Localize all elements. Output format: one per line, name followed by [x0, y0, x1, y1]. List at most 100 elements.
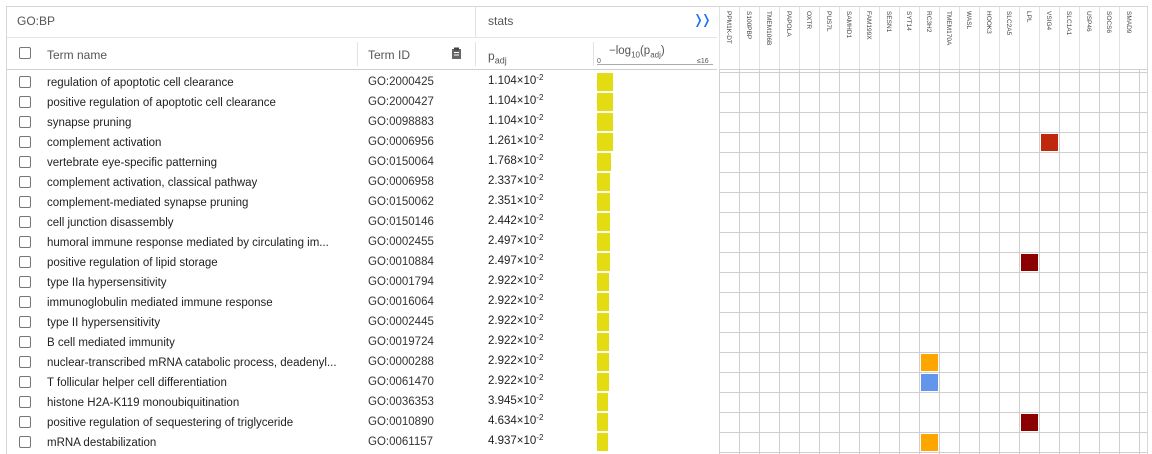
term-id[interactable]: GO:0006958 [368, 176, 434, 188]
table-row[interactable]: positive regulation of apoptotic cell cl… [7, 92, 717, 112]
gene-column-label[interactable]: FAM199X [859, 11, 879, 67]
term-name[interactable]: mRNA destabilization [47, 437, 347, 449]
table-row[interactable]: cell junction disassembly GO:0150146 2.442… [7, 212, 717, 232]
term-name[interactable]: positive regulation of sequestering of t… [47, 417, 347, 429]
table-row[interactable]: complement-mediated synapse pruning GO:01… [7, 192, 717, 212]
row-checkbox[interactable] [19, 356, 31, 368]
row-checkbox[interactable] [19, 276, 31, 288]
term-id[interactable]: GO:0150146 [368, 216, 434, 228]
neglog-header[interactable]: −log10(padj) [609, 45, 665, 59]
term-name[interactable]: positive regulation of apoptotic cell cl… [47, 97, 347, 109]
term-id[interactable]: GO:2000425 [368, 76, 434, 88]
table-row[interactable]: immunoglobulin mediated immune response G… [7, 292, 717, 312]
gene-column-label[interactable]: S100PBP [739, 11, 759, 67]
gene-column-label[interactable]: SLC2A5 [999, 11, 1019, 67]
term-name[interactable]: B cell mediated immunity [47, 337, 347, 349]
gene-column-label[interactable]: VSIG4 [1039, 11, 1059, 67]
term-name[interactable]: regulation of apoptotic cell clearance [47, 77, 347, 89]
term-name[interactable]: complement activation [47, 137, 347, 149]
row-checkbox[interactable] [19, 376, 31, 388]
term-id[interactable]: GO:0006956 [368, 136, 434, 148]
table-row[interactable]: vertebrate eye-specific patterning GO:015… [7, 152, 717, 172]
table-row[interactable]: nuclear-transcribed mRNA catabolic proce… [7, 352, 717, 372]
term-name[interactable]: cell junction disassembly [47, 217, 347, 229]
term-id[interactable]: GO:0002445 [368, 316, 434, 328]
term-name-header[interactable]: Term name [47, 48, 107, 62]
term-id[interactable]: GO:2000427 [368, 96, 434, 108]
term-id-header[interactable]: Term ID [368, 48, 410, 62]
row-checkbox[interactable] [19, 296, 31, 308]
row-checkbox[interactable] [19, 116, 31, 128]
table-row[interactable]: mRNA destabilization GO:0061157 4.937×10-2 [7, 432, 717, 452]
gene-hit-cell[interactable] [921, 434, 938, 451]
term-name[interactable]: positive regulation of lipid storage [47, 257, 347, 269]
term-id[interactable]: GO:0150062 [368, 196, 434, 208]
row-checkbox[interactable] [19, 436, 31, 448]
term-name[interactable]: vertebrate eye-specific patterning [47, 157, 347, 169]
row-checkbox[interactable] [19, 156, 31, 168]
row-checkbox[interactable] [19, 196, 31, 208]
term-id[interactable]: GO:0001794 [368, 276, 434, 288]
gene-hit-cell[interactable] [921, 374, 938, 391]
term-id[interactable]: GO:0002455 [368, 236, 434, 248]
term-id[interactable]: GO:0016064 [368, 296, 434, 308]
expand-icon[interactable]: ❭❭ [693, 12, 712, 28]
table-row[interactable]: complement activation, classical pathway… [7, 172, 717, 192]
gene-column-label[interactable]: TMEM170A [939, 11, 959, 67]
gene-hit-cell[interactable] [1021, 254, 1038, 271]
term-name[interactable]: histone H2A-K119 monoubiquitination [47, 397, 347, 409]
term-name[interactable]: synapse pruning [47, 117, 347, 129]
gene-column-label[interactable]: SYT14 [899, 11, 919, 67]
term-id[interactable]: GO:0061470 [368, 376, 434, 388]
gene-column-label[interactable]: PAPOLA [779, 11, 799, 67]
gene-column-label[interactable]: SAMHD1 [839, 11, 859, 67]
table-row[interactable]: type II hypersensitivity GO:0002445 2.922×… [7, 312, 717, 332]
padj-header[interactable]: padj [488, 49, 507, 65]
row-checkbox[interactable] [19, 316, 31, 328]
term-id[interactable]: GO:0061157 [368, 436, 433, 448]
clipboard-icon[interactable] [451, 47, 463, 60]
table-row[interactable]: B cell mediated immunity GO:0019724 2.922×… [7, 332, 717, 352]
gene-column-label[interactable]: LPL [1019, 11, 1039, 67]
term-name[interactable]: nuclear-transcribed mRNA catabolic proce… [47, 357, 347, 369]
gene-hit-cell[interactable] [1021, 414, 1038, 431]
gene-column-label[interactable]: WASL [959, 11, 979, 67]
select-all-checkbox[interactable] [19, 47, 31, 59]
gene-column-label[interactable]: RC3H2 [919, 11, 939, 67]
gene-column-label[interactable]: OXTR [799, 11, 819, 67]
gene-column-label[interactable]: PPM1K-DT [719, 11, 739, 67]
row-checkbox[interactable] [19, 176, 31, 188]
gene-column-label[interactable]: SESN1 [879, 11, 899, 67]
gene-hit-cell[interactable] [921, 354, 938, 371]
gene-column-label[interactable]: PUS7L [819, 11, 839, 67]
row-checkbox[interactable] [19, 256, 31, 268]
table-row[interactable]: complement activation GO:0006956 1.261×10-… [7, 132, 717, 152]
gene-column-label[interactable]: SMAD9 [1119, 11, 1139, 67]
term-id[interactable]: GO:0036353 [368, 396, 434, 408]
table-row[interactable]: type IIa hypersensitivity GO:0001794 2.922… [7, 272, 717, 292]
table-row[interactable]: T follicular helper cell differentiation… [7, 372, 717, 392]
term-id[interactable]: GO:0010884 [368, 256, 434, 268]
gene-hit-cell[interactable] [1041, 134, 1058, 151]
term-id[interactable]: GO:0019724 [368, 336, 434, 348]
gene-column-label[interactable]: USP46 [1079, 11, 1099, 67]
table-row[interactable]: positive regulation of lipid storage GO:0… [7, 252, 717, 272]
gene-column-label[interactable]: SOCS6 [1099, 11, 1119, 67]
term-id[interactable]: GO:0010890 [368, 416, 434, 428]
table-row[interactable]: humoral immune response mediated by circ… [7, 232, 717, 252]
gene-column-label[interactable]: SLC1A1 [1059, 11, 1079, 67]
term-name[interactable]: type IIa hypersensitivity [47, 277, 347, 289]
row-checkbox[interactable] [19, 236, 31, 248]
table-row[interactable]: synapse pruning GO:0098883 1.104×10-2 [7, 112, 717, 132]
term-name[interactable]: immunoglobulin mediated immune response [47, 297, 347, 309]
row-checkbox[interactable] [19, 216, 31, 228]
row-checkbox[interactable] [19, 76, 31, 88]
term-id[interactable]: GO:0000288 [368, 356, 434, 368]
gene-column-label[interactable]: TMEM106B [759, 11, 779, 67]
row-checkbox[interactable] [19, 416, 31, 428]
term-id[interactable]: GO:0150064 [368, 156, 434, 168]
term-name[interactable]: type II hypersensitivity [47, 317, 347, 329]
row-checkbox[interactable] [19, 96, 31, 108]
table-row[interactable]: histone H2A-K119 monoubiquitination GO:00… [7, 392, 717, 412]
term-name[interactable]: humoral immune response mediated by circ… [47, 237, 347, 249]
